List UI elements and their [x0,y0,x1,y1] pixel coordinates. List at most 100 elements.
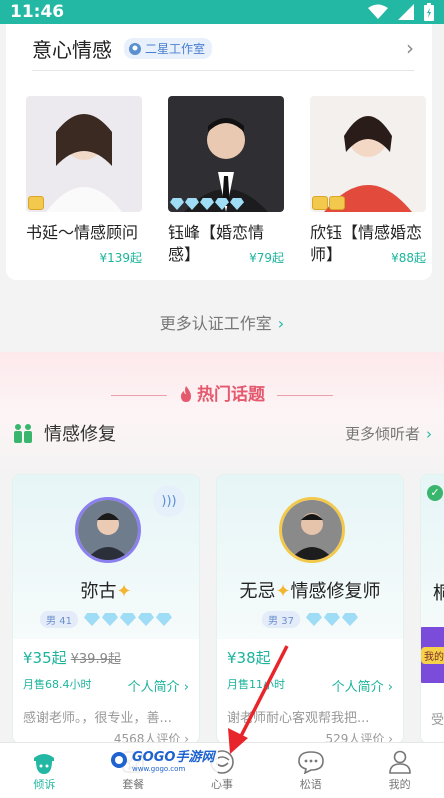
price-value: ¥38起 [227,649,271,667]
hot-topics-header: 热门话题 [0,380,444,405]
watermark: GOGO手游网 www.gogo.com [106,744,219,775]
status-time: 11:46 [10,2,65,22]
nav-item-confide[interactable]: 倾诉 [0,743,89,798]
check-icon: ✓ [427,485,443,501]
counselor-photo [26,96,142,212]
listener-card[interactable]: 无忌✦情感修复师 男 37 ¥38起 月售11小时 个人简介 › 谢老师耐心客观帮… [216,474,404,744]
counselor-price: ¥79起 [247,249,284,266]
voice-icon[interactable]: ))) [153,485,185,517]
counselor-price: ¥139起 [97,249,142,266]
review-snippet-rest: 老师耐心客观帮我把... [240,711,370,726]
people-icon [14,424,32,443]
listener-tags: 男 41 [13,611,199,628]
profile-link-label: 个人简介 [127,680,180,695]
crown-icon [312,196,345,210]
listener-name-text: 无忌 [239,581,276,602]
listener-price: ¥38起 [227,647,393,668]
watermark-text: GOGO手游网 [132,750,215,765]
nav-item-pine-talk[interactable]: 松语 [266,743,355,798]
divider [111,394,167,396]
watermark-subtext: www.gogo.com [132,765,186,773]
nav-label: 我的 [388,777,411,791]
studio-badge-icon [129,42,141,55]
listener-card-partial[interactable]: ✓ 桐 我的 受 [420,474,444,744]
review-snippet: 感谢老师。，很专业，善... [23,711,172,726]
chat-icon [297,750,324,774]
old-price: ¥39.9起 [70,652,121,667]
monthly-sales-unit: 小时 [263,678,285,691]
avatar [75,497,141,563]
listener-tags: 男 37 [217,611,403,628]
price-value: ¥35起 [23,649,67,667]
listener-title: 情感修复师 [290,581,381,602]
nav-item-mine[interactable]: 我的 [355,743,444,798]
more-listeners-label: 更多倾听者 [344,424,420,443]
my-badge[interactable]: 我的 [421,627,444,683]
profile-link[interactable]: 个人简介 › [332,676,393,695]
studio-title: 意心情感 [32,38,112,62]
section-title: 情感修复 [44,424,116,445]
nav-label: 松语 [299,777,322,791]
chevron-right-icon[interactable]: › [406,36,414,60]
review-snippet-partial: 受 [431,713,444,728]
watermark-text-group: GOGO手游网 www.gogo.com [132,746,214,773]
signal-icon [398,4,414,20]
chevron-right-icon: › [426,424,432,443]
counselor-list: 书延～情感顾问 ¥139起 钰峰【婚恋情感】 ¥79起 欣钰【情感婚恋师】 ¥8… [26,96,426,266]
studio-card[interactable]: 意心情感 二星工作室 › 书延～情感顾问 ¥139起 钰峰【婚恋情感】 ¥79起 [6,24,432,280]
listener-body: ¥35起 ¥39.9起 月售68.4小时 个人简介 › 感谢老师。，很专业，善...… [23,647,189,743]
flame-icon [181,386,191,402]
profile-link-label: 个人简介 [331,680,384,695]
more-listeners-link[interactable]: 更多倾听者 › [345,423,432,444]
portrait-image [46,114,122,212]
user-icon [388,750,411,774]
divider [277,394,333,396]
sparkle-icon: ✦ [116,581,132,602]
more-studios-link[interactable]: 更多认证工作室 › [0,310,444,334]
listener-body: ¥38起 月售11小时 个人简介 › 谢老师耐心客观帮我把... 529人评价 › [227,647,393,743]
listener-name: 弥古✦ [13,577,199,603]
battery-icon [424,3,434,21]
watermark-logo-icon [111,751,127,768]
listener-price: ¥35起 ¥39.9起 [23,647,189,668]
section-header: 情感修复 更多倾听者 › [12,420,432,446]
listener-name: 无忌✦情感修复师 [217,577,403,603]
monthly-sales-text: 月售11 [227,678,263,691]
diamond-rating [83,613,172,626]
gender-age-tag: 男 41 [40,611,78,628]
listener-meta: 月售68.4小时 个人简介 › [23,676,189,695]
counselor-photo [310,96,426,212]
monthly-sales: 月售68.4小时 [23,678,92,691]
status-icons [368,3,434,21]
avatar [279,497,345,563]
monthly-sales: 月售11小时 [227,676,285,695]
listener-card[interactable]: ))) 弥古✦ 男 41 ¥35起 ¥39.9起 月售68.4小时 个人简介 › 感… [12,474,200,744]
wifi-icon [368,4,388,19]
listener-name-partial: 桐 [433,579,444,605]
counselor-card[interactable]: 钰峰【婚恋情感】 ¥79起 [168,96,284,266]
my-badge-label: 我的 [421,647,444,664]
diamond-rating [305,613,358,626]
bottom-nav: 倾诉 套餐 心事 松语 我的 [0,742,444,798]
nav-label: 套餐 [122,777,145,791]
crown-icon [28,196,44,210]
chevron-right-icon: › [277,314,285,333]
review-snippet: 谢老师耐心客观帮我把... [227,707,393,726]
acorn-icon [34,753,55,774]
divider [32,70,414,71]
nav-label: 倾诉 [33,777,56,791]
listener-meta: 月售11小时 个人简介 › [227,676,393,695]
nav-label: 心事 [210,777,233,791]
counselor-card[interactable]: 书延～情感顾问 ¥139起 [26,96,142,266]
hot-topics-title: 热门话题 [197,385,265,405]
portrait-image [184,118,268,212]
studio-header: 意心情感 二星工作室 [32,34,213,63]
status-bar: 11:46 [0,0,444,24]
portrait-image [324,116,412,212]
studio-level-badge: 二星工作室 [124,38,213,59]
profile-link[interactable]: 个人简介 › [128,676,189,695]
more-studios-label: 更多认证工作室 [159,314,272,333]
counselor-card[interactable]: 欣钰【情感婚恋师】 ¥88起 [310,96,426,266]
listener-name-text: 弥古 [80,581,117,602]
studio-badge-label: 二星工作室 [145,42,206,56]
